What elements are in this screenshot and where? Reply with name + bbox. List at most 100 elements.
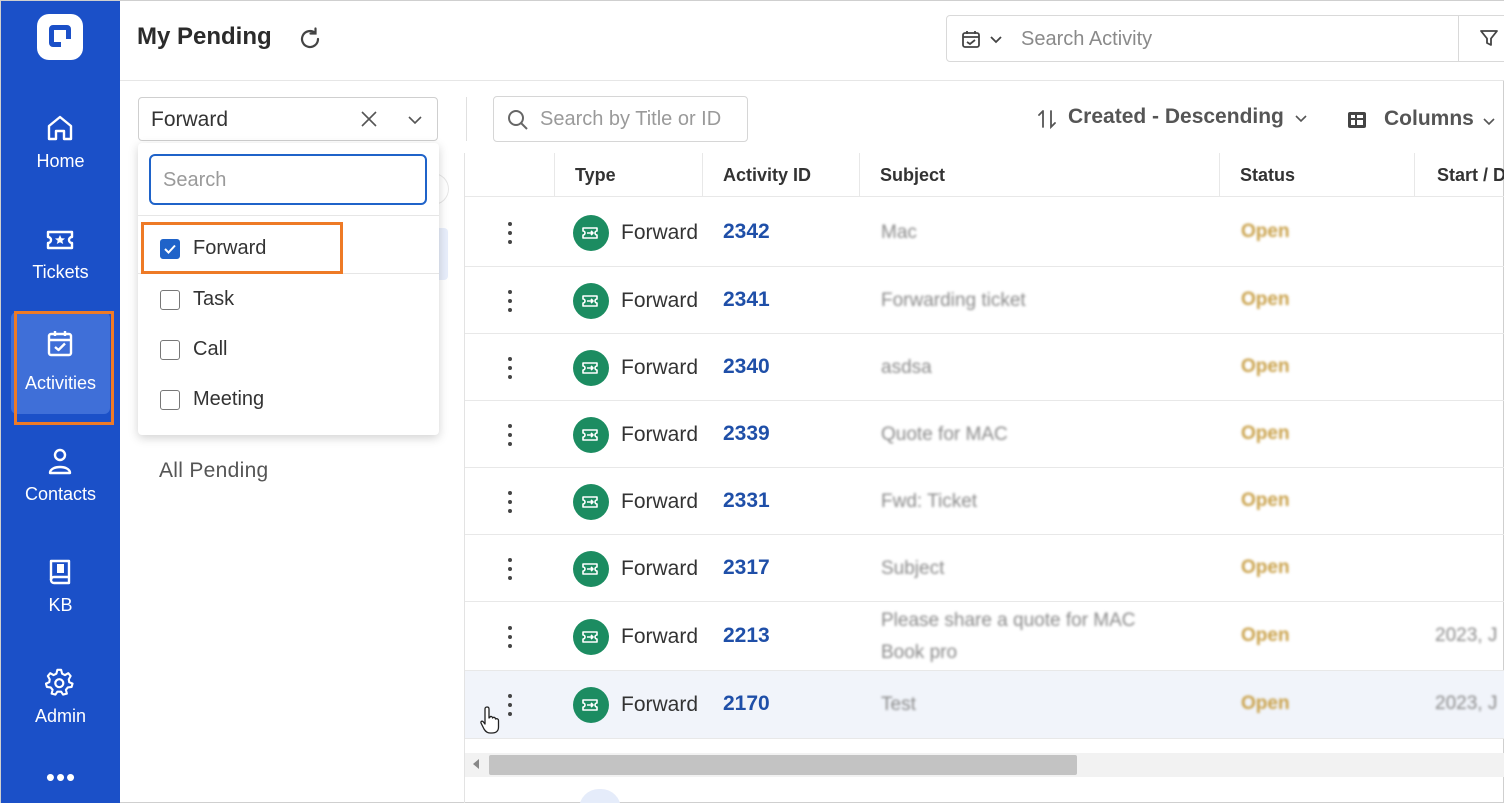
selected-view-marker [438, 228, 448, 280]
sidebar-item-contacts[interactable]: Contacts [1, 434, 120, 534]
title-search-box [493, 96, 748, 142]
page-title: My Pending [137, 23, 272, 50]
sidebar-item-kb[interactable]: KB [1, 545, 120, 645]
option-label: Meeting [193, 388, 265, 410]
app-logo[interactable] [37, 14, 83, 60]
columns-label: Columns [1384, 107, 1474, 130]
option-task[interactable]: Task [138, 275, 439, 325]
table-row[interactable]: Forward 2341 Forwarding ticket Open [465, 267, 1504, 334]
activity-id-link[interactable]: 2341 [723, 288, 770, 312]
activity-id-link[interactable]: 2331 [723, 489, 770, 513]
status-badge: Open [1241, 624, 1290, 646]
activity-id-link[interactable]: 2340 [723, 355, 770, 379]
status-badge: Open [1241, 693, 1290, 714]
status-badge: Open [1241, 422, 1290, 444]
forward-ticket-icon [573, 687, 609, 723]
row-start-date: 2023, J [1435, 624, 1498, 646]
refresh-icon[interactable] [297, 26, 323, 52]
row-type: Forward [621, 693, 699, 716]
sidebar-item-label: Contacts [24, 484, 97, 504]
row-subject: Subject [881, 557, 945, 579]
person-icon [48, 448, 72, 475]
row-subject: Mac [881, 222, 917, 243]
row-type: Forward [621, 221, 699, 244]
row-subject: Forwarding ticket [881, 289, 1026, 311]
option-call[interactable]: Call [138, 325, 439, 375]
filter-icon [1480, 30, 1498, 46]
row-menu-icon[interactable] [503, 220, 517, 246]
table-row[interactable]: Forward 2317 Subject Open [465, 535, 1504, 602]
dropdown-search-box [149, 154, 427, 205]
table-row[interactable]: Forward 2170 Test Open 2023, J [465, 671, 1504, 739]
row-subject: Fwd: Ticket [881, 490, 978, 512]
row-subject: Test [881, 694, 916, 715]
dropdown-search-input[interactable] [163, 166, 413, 194]
checkbox[interactable] [160, 340, 180, 360]
row-menu-icon[interactable] [503, 489, 517, 515]
forward-ticket-icon [573, 416, 609, 453]
activity-id-link[interactable]: 2342 [723, 220, 770, 244]
table-row[interactable]: Forward 2340 asdsa Open [465, 334, 1504, 401]
title-search-input[interactable] [540, 105, 740, 133]
type-filter-dropdown: Forward Task Call Meeting [138, 143, 439, 435]
column-header-activity-id[interactable]: Activity ID [702, 153, 859, 197]
divider [466, 97, 467, 141]
row-menu-icon[interactable] [503, 422, 517, 448]
book-icon [49, 559, 71, 585]
gear-icon [45, 668, 74, 696]
column-header-subject[interactable]: Subject [859, 153, 1219, 197]
row-type: Forward [621, 288, 699, 312]
scrollbar-thumb[interactable] [489, 755, 1077, 775]
activity-search-input[interactable] [1021, 24, 1441, 54]
columns-icon [1348, 112, 1366, 128]
row-menu-icon[interactable] [503, 556, 517, 582]
sidebar-item-home[interactable]: Home [1, 101, 120, 201]
column-header-status[interactable]: Status [1219, 153, 1414, 197]
row-type: Forward [621, 624, 699, 648]
row-menu-icon[interactable] [503, 355, 517, 381]
option-meeting[interactable]: Meeting [138, 375, 439, 425]
forward-ticket-icon [573, 483, 609, 520]
ticket-icon [46, 230, 74, 250]
forward-ticket-icon [573, 215, 609, 251]
activity-id-link[interactable]: 2317 [723, 556, 770, 580]
horizontal-scrollbar[interactable] [465, 753, 1504, 777]
sidebar-item-tickets[interactable]: Tickets [1, 212, 120, 312]
option-label: Task [193, 288, 235, 310]
column-header-type[interactable]: Type [554, 153, 702, 197]
row-menu-icon[interactable] [503, 692, 517, 718]
table-row[interactable]: Forward 2339 Quote for MAC Open [465, 401, 1504, 468]
row-start-date: 2023, J [1435, 693, 1498, 714]
scroll-left-icon[interactable] [473, 759, 479, 769]
table-row[interactable]: Forward 2213 Please share a quote for MAC … [465, 602, 1504, 671]
close-icon[interactable] [359, 109, 379, 129]
sidebar-item-admin[interactable]: Admin [1, 656, 120, 756]
row-type: Forward [621, 489, 699, 513]
activity-id-link[interactable]: 2213 [723, 624, 770, 648]
activities-highlight-outline [14, 311, 114, 425]
sidebar-item-label: KB [48, 595, 73, 615]
type-filter-select[interactable]: Forward [138, 97, 438, 141]
row-subject: Quote for MAC [881, 423, 1008, 445]
chevron-down-icon[interactable] [989, 33, 1003, 47]
calendar-icon[interactable] [961, 29, 981, 49]
table-row[interactable]: Forward 2331 Fwd: Ticket Open [465, 468, 1504, 535]
activity-id-link[interactable]: 2339 [723, 422, 770, 446]
chevron-down-icon[interactable] [407, 112, 423, 128]
row-type: Forward [621, 422, 699, 446]
checkbox[interactable] [160, 290, 180, 310]
sort-label: Created - Descending [1068, 105, 1284, 128]
more-icon[interactable]: ••• [41, 764, 81, 790]
home-icon [47, 115, 73, 141]
chevron-down-icon [1483, 118, 1495, 126]
filter-button[interactable] [1458, 16, 1504, 61]
row-menu-icon[interactable] [503, 288, 517, 314]
view-all-pending[interactable]: All Pending [159, 459, 269, 483]
table-header: Type Activity ID Subject Status Start / … [465, 153, 1504, 197]
table-row[interactable]: Forward 2342 Mac Open [465, 199, 1504, 267]
forward-ticket-icon [573, 282, 609, 319]
checkbox[interactable] [160, 390, 180, 410]
activity-id-link[interactable]: 2170 [723, 692, 770, 716]
column-header-start-date[interactable]: Start / D [1414, 153, 1504, 197]
row-menu-icon[interactable] [503, 624, 517, 650]
